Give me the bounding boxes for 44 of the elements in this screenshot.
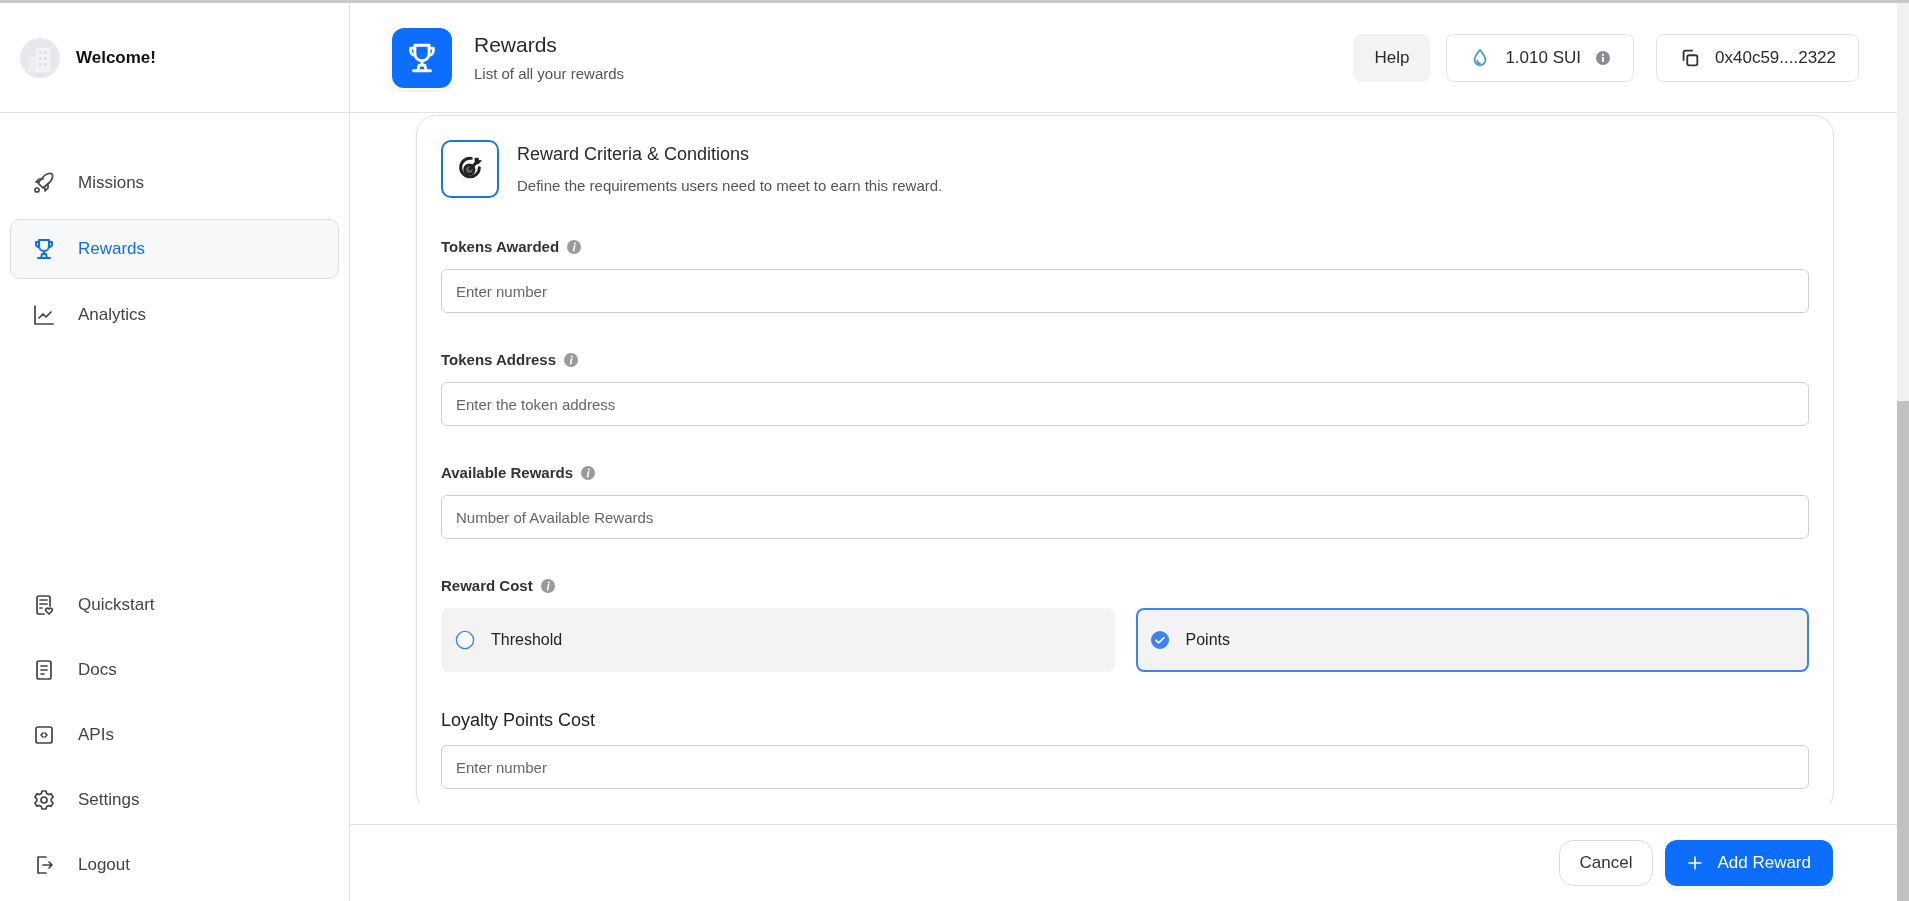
settings-icon xyxy=(32,788,56,812)
page-title: Rewards xyxy=(474,33,558,57)
add-reward-button[interactable]: Add Reward xyxy=(1665,840,1833,886)
nav-item[interactable]: Quickstart xyxy=(10,575,339,635)
help-button[interactable]: Help xyxy=(1353,33,1431,82)
cancel-button[interactable]: Cancel xyxy=(1558,840,1654,886)
balance-button[interactable]: 1.010 SUI xyxy=(1446,33,1634,82)
chart-icon xyxy=(32,303,56,327)
input-field[interactable]: Enter number xyxy=(441,269,1809,313)
info-icon xyxy=(1595,49,1611,66)
section-description: Define the requirements users need to meet to earn this reward. xyxy=(517,177,943,194)
code-icon xyxy=(32,723,56,747)
scrollbar-thumb[interactable] xyxy=(1897,401,1909,901)
input-field[interactable]: Enter the token address xyxy=(441,382,1809,426)
radio-option[interactable]: Threshold xyxy=(441,608,1115,672)
field-label: Available Rewards xyxy=(441,464,573,481)
field-label: Tokens Address xyxy=(441,351,557,368)
section-title: Reward Criteria & Conditions xyxy=(517,144,751,165)
target-icon xyxy=(441,140,499,198)
field-label: Reward Cost xyxy=(441,577,533,594)
field-label: Tokens Awarded xyxy=(441,238,560,255)
wallet-address-button[interactable]: 0x40c59....2322 xyxy=(1656,33,1859,82)
info-icon xyxy=(580,464,596,481)
welcome-text: Welcome! xyxy=(76,47,156,68)
info-icon xyxy=(566,238,583,255)
nav-item[interactable]: APIs xyxy=(10,705,339,765)
avatar-icon xyxy=(20,37,60,78)
nav-item[interactable]: Settings xyxy=(10,770,339,830)
radio-option[interactable]: Points xyxy=(1135,608,1809,672)
field-label: Loyalty Points Cost xyxy=(441,710,596,731)
nav-item[interactable]: Missions xyxy=(10,153,339,213)
input-field[interactable]: Number of Available Rewards xyxy=(441,495,1809,539)
nav-item[interactable]: Logout xyxy=(10,835,339,895)
info-icon xyxy=(539,577,556,594)
info-icon xyxy=(563,351,580,368)
rocket-icon xyxy=(32,171,56,195)
nav-item[interactable]: Docs xyxy=(10,640,339,700)
page-subtitle: List of all your rewards xyxy=(474,65,625,82)
trophy-icon xyxy=(32,237,56,261)
nav-item[interactable]: Analytics xyxy=(10,285,339,345)
plus-icon xyxy=(1687,855,1704,871)
trophy-icon xyxy=(392,27,452,88)
input-field[interactable]: Enter number xyxy=(441,745,1809,789)
nav-item[interactable]: Rewards xyxy=(10,219,339,279)
